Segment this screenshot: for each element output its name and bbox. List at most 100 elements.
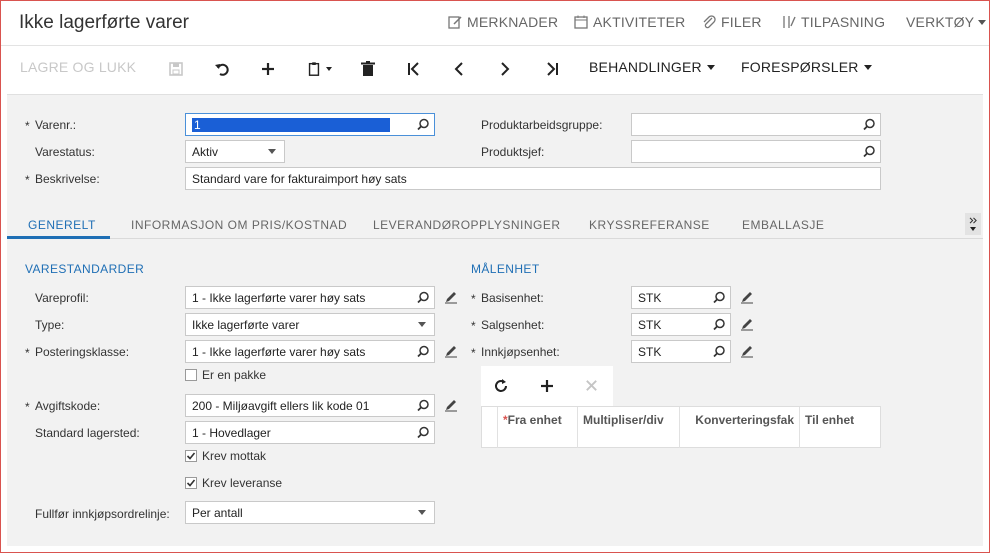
type-select[interactable]: Ikke lagerførte varer (185, 313, 435, 336)
sales-unit-input[interactable]: STK (631, 313, 731, 336)
base-unit-value: STK (638, 290, 662, 305)
chevron-down-icon (326, 67, 332, 71)
edit-pencil-icon[interactable] (740, 290, 754, 304)
grid-header-to-unit[interactable]: Til enhet (800, 407, 882, 448)
required-marker: * (25, 346, 30, 360)
first-icon (408, 62, 419, 76)
checkbox-box[interactable] (185, 450, 197, 462)
require-receipt-checkbox[interactable]: Krev mottak (185, 449, 266, 463)
tab-general[interactable]: GENERELT (28, 218, 96, 232)
required-marker: * (471, 292, 476, 306)
tab-vendor-details[interactable]: LEVERANDØROPPLYSNINGER (373, 218, 561, 232)
checkmark-icon (186, 452, 196, 460)
first-record-button[interactable] (403, 58, 425, 80)
expand-tabs-button[interactable] (965, 213, 981, 235)
edit-pencil-icon[interactable] (444, 344, 458, 358)
search-icon[interactable] (708, 341, 730, 362)
note-edit-icon (448, 16, 462, 29)
product-workgroup-input[interactable] (631, 113, 881, 136)
search-icon[interactable] (412, 422, 434, 443)
item-no-label: Varenr.: (35, 118, 77, 132)
inquiries-menu[interactable]: FORESPØRSLER (741, 59, 872, 75)
last-record-button[interactable] (541, 58, 563, 80)
calendar-icon (574, 15, 588, 29)
search-icon[interactable] (412, 395, 434, 416)
tab-packaging[interactable]: EMBALLASJE (742, 218, 824, 232)
base-unit-label: Basisenhet: (481, 291, 544, 305)
tax-code-input[interactable]: 200 - Miljøavgift ellers lik kode 01 (185, 394, 435, 417)
save-button[interactable] (165, 58, 187, 80)
files-label: FILER (721, 14, 762, 30)
required-marker: * (25, 119, 30, 133)
notes-link[interactable]: MERKNADER (447, 14, 558, 30)
description-input[interactable]: Standard vare for fakturaimport høy sats (185, 167, 881, 190)
save-close-button[interactable]: LAGRE OG LUKK (20, 59, 136, 75)
posting-class-input[interactable]: 1 - Ikke lagerførte varer høy sats (185, 340, 435, 363)
is-kit-checkbox[interactable]: Er en pakke (185, 368, 266, 382)
product-workgroup-label: Produktarbeidsgruppe: (481, 118, 603, 132)
item-status-label: Varestatus: (35, 145, 95, 159)
search-icon[interactable] (412, 114, 434, 135)
edit-pencil-icon[interactable] (444, 290, 458, 304)
search-icon[interactable] (412, 287, 434, 308)
tools-menu[interactable]: VERKTØY (906, 14, 987, 30)
grid-header-multiply-divide[interactable]: Multipliser/div (578, 407, 680, 448)
checkbox-box[interactable] (185, 369, 197, 381)
actions-menu[interactable]: BEHANDLINGER (589, 59, 715, 75)
require-shipment-checkbox[interactable]: Krev leveranse (185, 476, 282, 490)
chevron-down-icon (863, 64, 872, 70)
plus-icon[interactable] (539, 378, 555, 394)
add-button[interactable] (257, 58, 279, 80)
description-value: Standard vare for fakturaimport høy sats (192, 171, 407, 186)
description-label: Beskrivelse: (35, 172, 100, 186)
delete-button[interactable] (357, 58, 379, 80)
required-marker: * (471, 319, 476, 333)
chevron-down-icon (268, 149, 276, 154)
item-profile-label: Vareprofil: (35, 291, 89, 305)
posting-class-value: 1 - Ikke lagerførte varer høy sats (192, 344, 366, 359)
complete-po-line-select[interactable]: Per antall (185, 501, 435, 524)
base-unit-input[interactable]: STK (631, 286, 731, 309)
default-warehouse-input[interactable]: 1 - Hovedlager (185, 421, 435, 444)
required-marker: * (25, 173, 30, 187)
search-icon[interactable] (708, 314, 730, 335)
chevron-down-icon (418, 510, 426, 515)
close-icon[interactable] (584, 378, 599, 393)
sales-unit-value: STK (638, 317, 662, 332)
grid-row-selector-header (482, 407, 498, 448)
copy-paste-button[interactable] (301, 58, 337, 80)
previous-record-button[interactable] (448, 58, 470, 80)
edit-pencil-icon[interactable] (740, 317, 754, 331)
grid-header-from-unit[interactable]: *Fra enhet (498, 407, 578, 448)
next-record-button[interactable] (494, 58, 516, 80)
tab-price-cost[interactable]: INFORMASJON OM PRIS/KOSTNAD (131, 218, 347, 232)
edit-pencil-icon[interactable] (444, 398, 458, 412)
grid-header-from-unit-label: Fra enhet (507, 413, 562, 427)
activities-link[interactable]: AKTIVITETER (573, 14, 685, 30)
tools-label: VERKTØY (906, 14, 975, 30)
section-item-defaults: VARESTANDARDER (25, 262, 145, 276)
item-profile-input[interactable]: 1 - Ikke lagerførte varer høy sats (185, 286, 435, 309)
refresh-icon[interactable] (493, 378, 509, 394)
search-icon[interactable] (412, 341, 434, 362)
undo-button[interactable] (211, 58, 233, 80)
search-icon[interactable] (858, 114, 880, 135)
item-status-value: Aktiv (192, 144, 219, 159)
product-manager-label: Produktsjef: (481, 145, 545, 159)
is-kit-label: Er en pakke (202, 368, 267, 382)
complete-po-line-value: Per antall (192, 505, 243, 520)
search-icon[interactable] (708, 287, 730, 308)
files-link[interactable]: FILER (701, 14, 762, 30)
tab-cross-reference[interactable]: KRYSSREFERANSE (589, 218, 710, 232)
chevron-down-icon (978, 19, 987, 25)
purchase-unit-input[interactable]: STK (631, 340, 731, 363)
item-no-input[interactable]: 1 (185, 113, 435, 136)
required-marker: * (25, 400, 30, 414)
grid-header-conversion-factor[interactable]: Konverteringsfak (680, 407, 800, 448)
customize-link[interactable]: TILPASNING (781, 14, 885, 30)
search-icon[interactable] (858, 141, 880, 162)
checkbox-box[interactable] (185, 477, 197, 489)
edit-pencil-icon[interactable] (740, 344, 754, 358)
product-manager-input[interactable] (631, 140, 881, 163)
item-status-select[interactable]: Aktiv (185, 140, 285, 163)
